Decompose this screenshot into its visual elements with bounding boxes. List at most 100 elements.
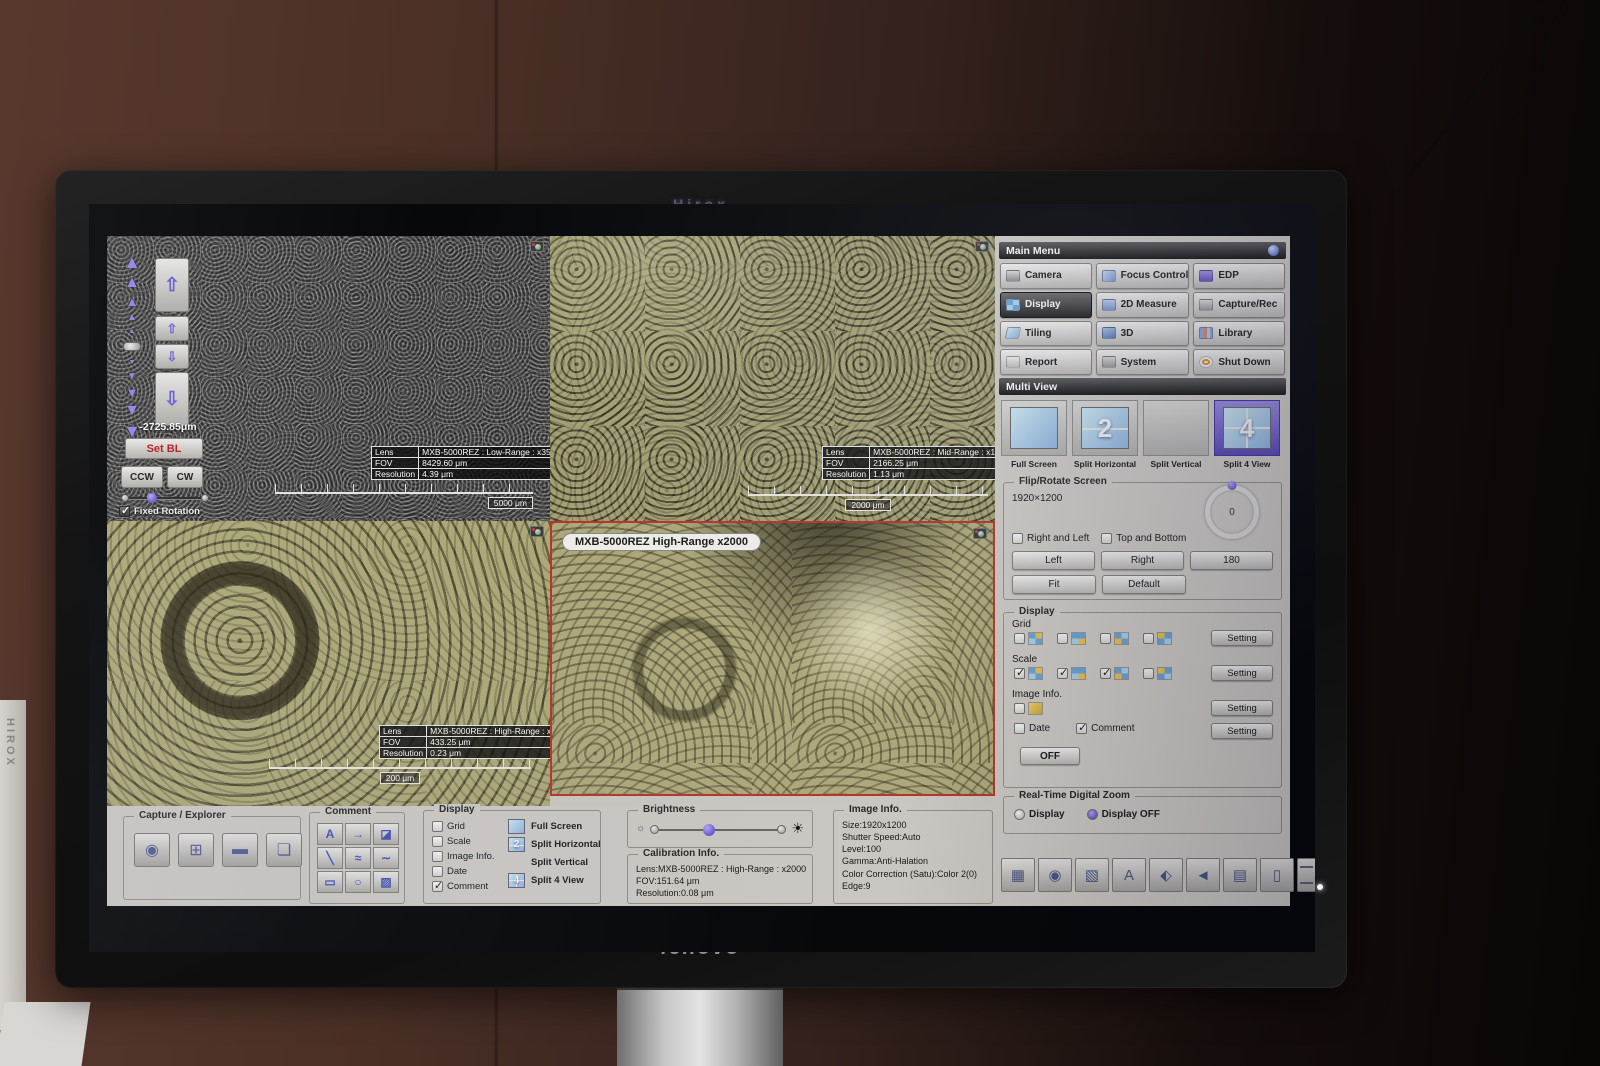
viewport-mid-range[interactable]: Lens MXB-5000REZ : Mid-Range : x140 FOV … (550, 236, 995, 521)
full-screen-option[interactable]: Full Screen (1001, 400, 1067, 469)
menu-library-button[interactable]: Library (1193, 321, 1285, 347)
menu-camera-button[interactable]: Camera (1000, 263, 1092, 289)
explorer-button[interactable]: ❏ (266, 833, 302, 867)
flip-top-bottom-option[interactable]: Top and Bottom (1101, 533, 1186, 544)
up-arrow-icon[interactable]: ▲ (123, 256, 141, 269)
right-left-checkbox[interactable] (1012, 533, 1023, 544)
capture-grid-tool-icon[interactable]: ▦ (1001, 858, 1035, 892)
z-arrow-scale[interactable]: ▲ ▲ ▲ ▲ ▲ ▼ ▼ ▼ ▼ ▼ (121, 256, 143, 438)
layout-grid-tool-icon[interactable] (1297, 858, 1315, 892)
rotate-left-button[interactable]: Left (1012, 551, 1095, 570)
rotate-180-button[interactable]: 180 (1190, 551, 1273, 570)
capture-image-button[interactable]: ◉ (134, 833, 170, 867)
viewport-high-range-700[interactable]: Lens MXB-5000REZ : High-Range : x700 FOV… (107, 521, 550, 806)
date-option[interactable]: Date (432, 866, 495, 877)
z-down-step-button[interactable]: ⇩ (155, 344, 189, 369)
up-arrow-icon[interactable]: ▲ (129, 329, 136, 334)
top-bottom-checkbox[interactable] (1101, 533, 1112, 544)
camera-icon[interactable] (975, 241, 989, 252)
brightness-track[interactable] (654, 829, 782, 831)
rotation-slider-thumb[interactable] (147, 493, 157, 503)
comment-option[interactable]: Comment (432, 881, 495, 892)
image-info-style-option[interactable] (1014, 702, 1043, 715)
comment-option[interactable]: Comment (1076, 723, 1134, 734)
menu-2d-measure-button[interactable]: 2D Measure (1096, 292, 1190, 318)
rotate-right-button[interactable]: Right (1101, 551, 1184, 570)
up-arrow-icon[interactable]: ▲ (126, 297, 139, 306)
wave-comment-icon[interactable]: ∼ (373, 847, 399, 869)
gallery-tool-icon[interactable]: ▧ (1075, 858, 1109, 892)
grid-style-option[interactable] (1057, 632, 1086, 645)
viewport-high-range-2000-selected[interactable]: MXB-5000REZ High-Range x2000 (550, 521, 995, 796)
ccw-button[interactable]: CCW (121, 466, 163, 488)
down-arrow-icon[interactable]: ▼ (127, 373, 137, 380)
fixed-rotation-checkbox[interactable] (119, 506, 130, 517)
display-off-radio[interactable] (1087, 809, 1098, 820)
capture-save-button[interactable]: ⊞ (178, 833, 214, 867)
export-tool-icon[interactable]: ▯ (1260, 858, 1294, 892)
split-horizontal-option[interactable]: 2 Split Horizontal (1072, 400, 1138, 469)
scale-style-option[interactable] (1143, 667, 1172, 680)
date-checkbox[interactable] (432, 866, 443, 877)
scale-style-option[interactable] (1014, 667, 1043, 680)
menu-tiling-button[interactable]: Tiling (1000, 321, 1092, 347)
scale-style-option[interactable] (1057, 667, 1086, 680)
grid-style-option[interactable] (1014, 632, 1043, 645)
down-arrow-icon[interactable]: ▼ (129, 360, 136, 365)
zoom-display-option[interactable]: Display (1014, 809, 1065, 820)
display-radio[interactable] (1014, 809, 1025, 820)
split-4-view-option[interactable]: 4 Split 4 View (508, 873, 601, 888)
scale-setting-button[interactable]: Setting (1211, 665, 1273, 681)
z-up-step-button[interactable]: ⇧ (155, 316, 189, 341)
menu-edp-button[interactable]: EDP (1193, 263, 1285, 289)
up-arrow-icon[interactable]: ▲ (127, 314, 137, 321)
record-movie-button[interactable]: ▬ (222, 833, 258, 867)
cw-button[interactable]: CW (167, 466, 203, 488)
display-off-button[interactable]: OFF (1020, 747, 1080, 765)
rotation-slider[interactable] (121, 494, 209, 502)
set-bl-button[interactable]: Set BL (125, 438, 203, 459)
freehand-comment-icon[interactable]: ≈ (345, 847, 371, 869)
menu-system-button[interactable]: System (1096, 349, 1190, 375)
comment-checkbox[interactable] (432, 881, 443, 892)
split-4-view-option[interactable]: 4 Split 4 View (1214, 400, 1280, 469)
default-button[interactable]: Default (1102, 575, 1186, 594)
brightness-thumb[interactable] (703, 824, 715, 836)
scale-checkbox[interactable] (432, 836, 443, 847)
menu-capture-rec-button[interactable]: Capture/Rec (1193, 292, 1285, 318)
down-arrow-icon[interactable]: ▼ (124, 405, 140, 417)
grid-style-option[interactable] (1143, 632, 1172, 645)
split-vertical-option[interactable]: 2 Split Vertical (1143, 400, 1209, 469)
z-up-fast-button[interactable]: ⇧ (155, 258, 189, 312)
fit-button[interactable]: Fit (1012, 575, 1096, 594)
date-comment-setting-button[interactable]: Setting (1211, 723, 1273, 739)
image-info-option[interactable]: Image Info. (432, 851, 495, 862)
zoom-display-off-option[interactable]: Display OFF (1087, 809, 1160, 820)
split-vertical-option[interactable]: 2 Split Vertical (508, 855, 601, 870)
camera-icon[interactable] (530, 241, 544, 252)
up-arrow-icon[interactable]: ▲ (124, 277, 140, 289)
text-annotation-tool-icon[interactable]: A (1112, 858, 1146, 892)
menu-3d-button[interactable]: 3D (1096, 321, 1190, 347)
grid-setting-button[interactable]: Setting (1211, 630, 1273, 646)
menu-focus-control-button[interactable]: Focus Control (1096, 263, 1190, 289)
date-checkbox[interactable] (1014, 723, 1025, 734)
menu-report-button[interactable]: Report (1000, 349, 1092, 375)
menu-shutdown-button[interactable]: Shut Down (1193, 349, 1285, 375)
lamp-tool-icon[interactable]: ◉ (1038, 858, 1072, 892)
image-info-setting-button[interactable]: Setting (1211, 700, 1273, 716)
circle-comment-icon[interactable]: ○ (345, 871, 371, 893)
fixed-rotation-option[interactable]: Fixed Rotation (119, 506, 200, 517)
image-info-checkbox[interactable] (432, 851, 443, 862)
grid-style-option[interactable] (1100, 632, 1129, 645)
grid-option[interactable]: Grid (432, 821, 495, 832)
note-comment-icon[interactable]: ◪ (373, 823, 399, 845)
full-screen-option[interactable]: Full Screen (508, 819, 601, 834)
menu-display-button[interactable]: Display (1000, 292, 1092, 318)
printer-tool-icon[interactable]: ▤ (1223, 858, 1257, 892)
flip-right-left-option[interactable]: Right and Left (1012, 533, 1089, 544)
split-horizontal-option[interactable]: 2 Split Horizontal (508, 837, 601, 852)
camera-icon[interactable] (973, 528, 987, 539)
line-comment-icon[interactable]: ╲ (317, 847, 343, 869)
scale-option[interactable]: Scale (432, 836, 495, 847)
